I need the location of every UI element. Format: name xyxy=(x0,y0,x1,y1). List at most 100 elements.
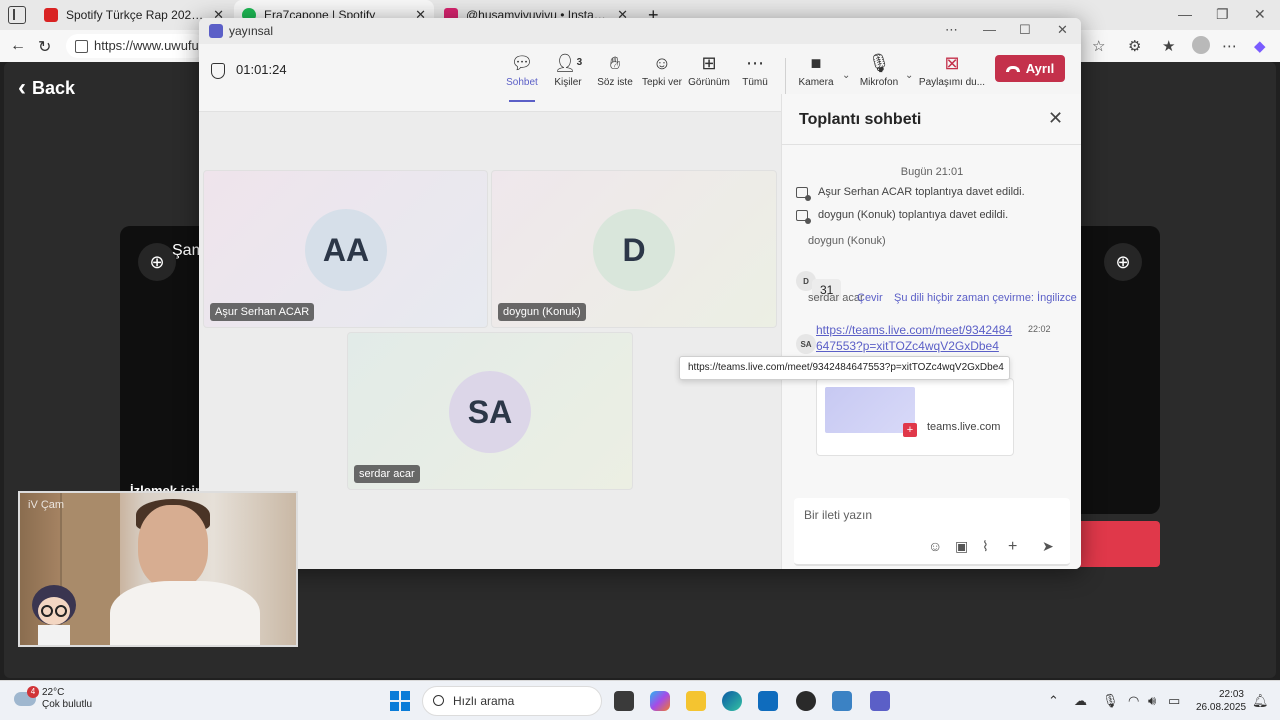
camera-button[interactable]: ■ Kamera xyxy=(789,52,843,88)
more-actions-button[interactable]: ⋯ Tümü xyxy=(728,52,782,88)
raise-hand-button[interactable]: ✋︎ Söz iste xyxy=(588,52,642,88)
minimize-icon[interactable]: — xyxy=(1178,6,1192,22)
profile-avatar[interactable] xyxy=(1192,36,1210,54)
window-title: yayınsal xyxy=(229,24,274,38)
avatar: D xyxy=(593,209,675,291)
minimize-icon[interactable]: — xyxy=(983,22,996,37)
participant-name: Aşur Serhan ACAR xyxy=(210,303,315,321)
chevron-up-icon[interactable]: ⌃ xyxy=(1048,693,1059,709)
leave-button[interactable]: Ayrıl xyxy=(995,55,1065,82)
chat-title: Toplantı sohbeti xyxy=(799,111,922,128)
file-explorer-icon[interactable] xyxy=(686,691,706,711)
url-field[interactable]: https://www.uwufufu xyxy=(66,34,206,58)
meeting-link[interactable]: https://teams.live.com/meet/934248464755… xyxy=(816,322,1016,354)
outlook-icon[interactable] xyxy=(758,691,778,711)
attach-icon[interactable]: ⌇ xyxy=(982,538,989,555)
participant-tile[interactable]: SA serdar acar xyxy=(347,332,633,490)
game-app-icon[interactable] xyxy=(796,691,816,711)
app-icon[interactable] xyxy=(832,691,852,711)
emoji-icon[interactable]: ☺ xyxy=(928,538,942,554)
participant-tile[interactable]: AA Aşur Serhan ACAR xyxy=(203,170,488,328)
preview-domain: teams.live.com xyxy=(927,421,1001,433)
avatar: SA xyxy=(796,334,816,354)
onedrive-icon[interactable]: ☁ xyxy=(1074,693,1087,709)
divider xyxy=(782,144,1081,145)
edge-icon[interactable] xyxy=(722,691,742,711)
task-view-icon[interactable] xyxy=(614,691,634,711)
meeting-chat-panel: Toplantı sohbeti ✕ Bugün 21:01 Aşur Serh… xyxy=(781,94,1081,569)
favorites-icon[interactable]: ★ xyxy=(1162,37,1175,55)
battery-icon[interactable]: ▭ xyxy=(1168,693,1180,709)
react-button[interactable]: ☺ Tepki ver xyxy=(635,52,689,88)
notifications-icon[interactable]: 🔔︎ xyxy=(1252,693,1269,709)
refresh-icon[interactable]: ↻ xyxy=(38,37,51,57)
phone-hangup-icon xyxy=(1005,65,1020,72)
mic-button[interactable]: 🎙︎ Mikrofon xyxy=(852,52,906,88)
more-options-icon[interactable]: ⋯ xyxy=(1222,37,1237,55)
stop-sharing-button[interactable]: ⊠ Paylaşımı du... xyxy=(915,52,989,88)
meeting-timer: 01:01:24 xyxy=(236,62,287,77)
taskbar-clock[interactable]: 22:03 26.08.2025 xyxy=(1196,688,1246,714)
people-button[interactable]: 👤︎3 Kişiler xyxy=(541,52,595,88)
wifi-icon[interactable]: ◠ xyxy=(1128,693,1139,709)
teams-icon[interactable] xyxy=(870,691,890,711)
back-arrow-icon[interactable]: ← xyxy=(10,37,26,55)
teams-logo-icon xyxy=(209,24,223,38)
add-user-icon xyxy=(796,186,811,201)
chevron-down-icon[interactable]: ⌄ xyxy=(842,70,850,81)
close-window-icon[interactable]: ✕ xyxy=(1254,6,1266,23)
close-window-icon[interactable]: ✕ xyxy=(1057,22,1068,38)
extensions-icon[interactable]: ⚙ xyxy=(1128,37,1141,55)
webcam-label: iV Çam xyxy=(28,499,65,511)
weather-widget[interactable]: 22°C Çok bulutlu xyxy=(14,687,92,711)
copilot-icon[interactable] xyxy=(650,691,670,711)
teams-meeting-window: yayınsal ⋯ — ☐ ✕ 01:01:24 💬︎ Sohbet 👤︎3 … xyxy=(199,18,1081,569)
choose-button[interactable] xyxy=(1070,521,1160,567)
participant-tile[interactable]: D doygun (Konuk) xyxy=(491,170,777,328)
microphone-icon: 🎙︎ xyxy=(867,53,891,73)
microphone-icon[interactable]: 🎙︎ xyxy=(1102,693,1119,709)
zoom-in-icon[interactable]: ⊕ xyxy=(138,243,176,281)
chat-date: Bugün 21:01 xyxy=(900,166,964,178)
never-translate-link[interactable]: Şu dili hiçbir zaman çevirme: İngilizce xyxy=(894,292,1077,304)
smiley-icon: ☺ xyxy=(652,53,672,73)
shield-icon xyxy=(211,63,225,79)
link-preview-card[interactable]: + teams.live.com xyxy=(816,378,1014,456)
zoom-in-icon[interactable]: ⊕ xyxy=(1104,243,1142,281)
webcam-person xyxy=(138,505,208,589)
windows-start-icon[interactable] xyxy=(390,691,410,711)
message-time: 22:02 xyxy=(1028,324,1051,334)
send-icon[interactable]: ➤ xyxy=(1042,538,1054,555)
back-link[interactable]: ‹ Back xyxy=(18,76,75,100)
volume-icon[interactable]: 🔊︎ xyxy=(1148,693,1156,709)
tab-actions-icon[interactable] xyxy=(8,6,26,24)
plus-icon: + xyxy=(903,423,917,437)
favorite-star-icon[interactable]: ☆ xyxy=(1092,37,1105,55)
link-tooltip: https://teams.live.com/meet/934248464755… xyxy=(679,356,1010,380)
translate-link[interactable]: Çevir xyxy=(857,292,883,304)
message-sender: doygun (Konuk) xyxy=(808,235,886,247)
chevron-left-icon: ‹ xyxy=(18,74,26,101)
preview-image xyxy=(825,387,915,433)
plus-icon[interactable]: + xyxy=(1008,538,1017,556)
people-icon: 👤︎3 xyxy=(553,53,583,73)
youtube-music-icon xyxy=(44,8,58,22)
chevron-down-icon[interactable]: ⌄ xyxy=(905,70,913,81)
copilot-icon[interactable]: ◆ xyxy=(1254,37,1266,55)
restore-icon[interactable]: ❐ xyxy=(1216,6,1229,23)
message-input[interactable] xyxy=(804,508,1054,522)
close-icon[interactable]: ✕ xyxy=(1048,108,1063,129)
maximize-icon[interactable]: ☐ xyxy=(1019,22,1031,38)
participant-name: doygun (Konuk) xyxy=(498,303,586,321)
add-user-icon xyxy=(796,209,811,224)
participant-name: serdar acar xyxy=(354,465,420,483)
windows-taskbar: 22°C Çok bulutlu 4 Hızlı arama ⌃ ☁ 🎙︎ ◠ … xyxy=(0,680,1280,720)
mascot-icon xyxy=(32,585,76,645)
webcam-overlay: iV Çam xyxy=(18,491,298,647)
more-icon[interactable]: ⋯ xyxy=(945,22,958,38)
taskbar-search[interactable]: Hızlı arama xyxy=(422,686,602,716)
more-icon: ⋯ xyxy=(746,53,764,73)
camera-off-icon: ■ xyxy=(810,53,822,73)
system-message: doygun (Konuk) toplantıya davet edildi. xyxy=(796,209,1008,224)
image-icon[interactable]: ▣ xyxy=(955,538,968,555)
